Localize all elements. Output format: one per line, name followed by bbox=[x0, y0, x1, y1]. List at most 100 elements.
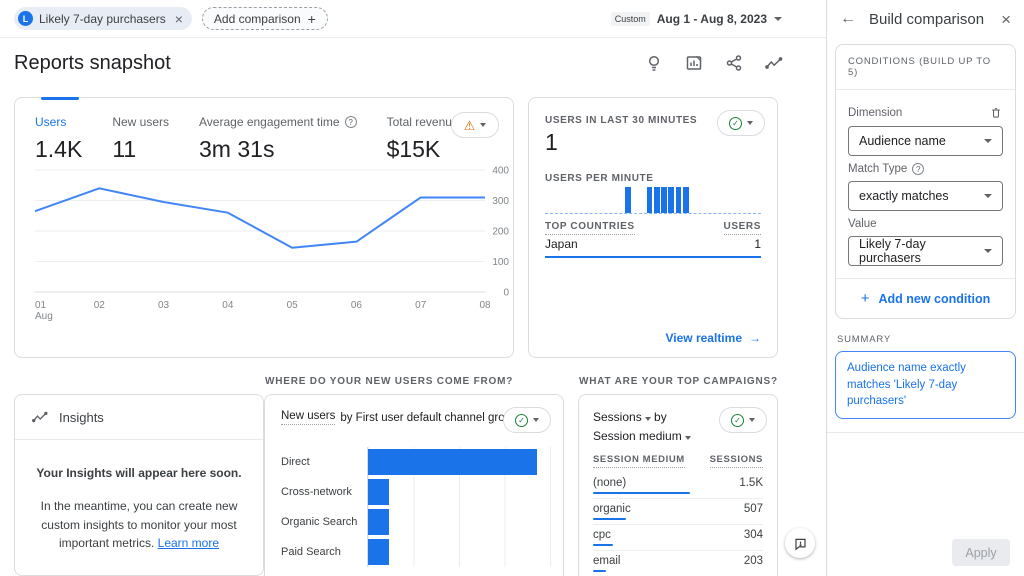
apply-button[interactable]: Apply bbox=[952, 539, 1010, 566]
channel-dimension-label: by First user default channel group bbox=[340, 412, 517, 424]
chevron-down-icon bbox=[749, 418, 755, 422]
page-title: Reports snapshot bbox=[14, 52, 171, 75]
medium-bar bbox=[593, 492, 690, 494]
chevron-down-icon bbox=[533, 418, 539, 422]
country-name: Japan bbox=[545, 237, 578, 251]
check-icon: ✓ bbox=[729, 117, 742, 130]
minute-slot bbox=[734, 187, 740, 213]
svg-text:02: 02 bbox=[94, 300, 106, 311]
chevron-down-icon bbox=[480, 123, 486, 127]
minute-slot bbox=[697, 187, 703, 213]
add-comparison-label: Add comparison bbox=[214, 12, 301, 26]
data-quality-warning-dropdown[interactable]: ⚠ bbox=[451, 112, 499, 138]
minute-bar bbox=[647, 187, 653, 213]
svg-text:06: 06 bbox=[351, 300, 363, 311]
campaigns-dimension-label: Session medium bbox=[593, 429, 682, 443]
metric-label: New users bbox=[112, 115, 169, 129]
minute-slot bbox=[618, 187, 624, 213]
help-icon[interactable]: ? bbox=[345, 116, 357, 128]
view-realtime-link[interactable]: View realtime → bbox=[666, 331, 762, 345]
data-quality-ok-dropdown[interactable]: ✓ bbox=[719, 407, 767, 433]
add-condition-label: Add new condition bbox=[878, 292, 990, 306]
data-quality-ok-dropdown[interactable]: ✓ bbox=[503, 407, 551, 433]
minute-slot bbox=[668, 187, 674, 213]
feedback-button[interactable] bbox=[785, 528, 815, 558]
build-comparison-panel: ← Build comparison × CONDITIONS (BUILD U… bbox=[826, 0, 1024, 576]
channel-metric-label: New users bbox=[281, 410, 335, 425]
minute-slot bbox=[545, 187, 551, 213]
dimension-select[interactable]: Audience name bbox=[848, 126, 1003, 156]
learn-more-link[interactable]: Learn more bbox=[158, 536, 219, 550]
svg-text:03: 03 bbox=[158, 300, 170, 311]
minute-slot bbox=[683, 187, 689, 213]
minute-bar bbox=[676, 187, 682, 213]
share-icon[interactable] bbox=[724, 53, 744, 73]
medium-label: email bbox=[593, 555, 620, 567]
svg-text:05: 05 bbox=[287, 300, 299, 311]
delete-condition-icon[interactable] bbox=[989, 105, 1003, 120]
minute-slot bbox=[625, 187, 631, 213]
channel-plot bbox=[367, 447, 551, 477]
plus-icon: + bbox=[861, 291, 870, 306]
minute-slot bbox=[596, 187, 602, 213]
country-bar bbox=[545, 256, 761, 258]
value-select[interactable]: Likely 7-day purchasers bbox=[848, 236, 1003, 266]
users-trend-chart: 010020030040001Aug02030405060708 bbox=[23, 156, 515, 326]
insights-sparkline-icon[interactable] bbox=[764, 53, 784, 73]
summary-chip[interactable]: Audience name exactly matches 'Likely 7-… bbox=[835, 351, 1016, 419]
date-range-picker[interactable]: Custom Aug 1 - Aug 8, 2023 bbox=[611, 12, 782, 26]
session-medium-col: SESSION MEDIUM bbox=[593, 454, 685, 468]
metric-label: Average engagement time bbox=[199, 115, 340, 129]
customize-report-icon[interactable] bbox=[684, 53, 704, 73]
comparison-chip[interactable]: L Likely 7-day purchasers × bbox=[14, 7, 192, 30]
comparison-avatar: L bbox=[18, 11, 33, 26]
minute-slot bbox=[726, 187, 732, 213]
table-row: email203 bbox=[593, 551, 763, 576]
medium-label: organic bbox=[593, 503, 631, 515]
minute-slot bbox=[741, 187, 747, 213]
insights-sparkline-icon bbox=[31, 408, 49, 426]
add-comparison-button[interactable]: Add comparison + bbox=[202, 7, 328, 30]
channel-plot bbox=[367, 477, 551, 507]
realtime-title: USERS IN LAST 30 MINUTES bbox=[545, 115, 697, 126]
check-icon: ✓ bbox=[515, 414, 528, 427]
panel-header: ← Build comparison × bbox=[827, 0, 1024, 38]
insights-lightbulb-icon[interactable] bbox=[644, 53, 664, 73]
channel-plot bbox=[367, 507, 551, 537]
minute-slot bbox=[589, 187, 595, 213]
users-per-minute-chart bbox=[545, 187, 761, 214]
back-arrow-icon[interactable]: ← bbox=[840, 11, 856, 27]
warning-icon: ⚠ bbox=[464, 119, 476, 132]
close-icon[interactable]: × bbox=[1001, 11, 1011, 28]
match-type-select[interactable]: exactly matches bbox=[848, 181, 1003, 211]
new-users-by-channel-card: New users by First user default channel … bbox=[264, 394, 564, 576]
minute-bar bbox=[668, 187, 674, 213]
minute-slot bbox=[654, 187, 660, 213]
dimension-label: Dimension bbox=[848, 107, 902, 119]
ga-reports-snapshot: L Likely 7-day purchasers × Add comparis… bbox=[0, 0, 1024, 576]
report-actions bbox=[644, 53, 784, 73]
chevron-down-icon bbox=[645, 417, 651, 421]
channel-row: Paid Search bbox=[281, 537, 551, 567]
help-icon[interactable]: ? bbox=[912, 163, 924, 175]
insights-body: Your Insights will appear here soon. In … bbox=[15, 440, 263, 553]
table-row: (none)1.5K bbox=[593, 473, 763, 499]
channel-label: Direct bbox=[281, 456, 367, 468]
channel-label: Cross-network bbox=[281, 486, 367, 498]
table-row: Japan 1 bbox=[545, 237, 761, 251]
minute-slot bbox=[661, 187, 667, 213]
channel-row: Direct bbox=[281, 447, 551, 477]
add-new-condition-button[interactable]: + Add new condition bbox=[836, 278, 1015, 318]
remove-comparison-icon[interactable]: × bbox=[175, 12, 183, 26]
svg-text:01: 01 bbox=[35, 300, 47, 311]
report-header: Reports snapshot bbox=[0, 38, 826, 88]
minute-slot bbox=[712, 187, 718, 213]
top-countries-col: TOP COUNTRIES bbox=[545, 221, 635, 235]
minute-slot bbox=[639, 187, 645, 213]
arrow-right-icon: → bbox=[749, 331, 761, 345]
minute-slot bbox=[676, 187, 682, 213]
medium-bar bbox=[593, 570, 606, 572]
svg-text:0: 0 bbox=[503, 288, 509, 299]
data-quality-ok-dropdown[interactable]: ✓ bbox=[717, 110, 765, 136]
comparison-bar: L Likely 7-day purchasers × Add comparis… bbox=[0, 0, 826, 38]
